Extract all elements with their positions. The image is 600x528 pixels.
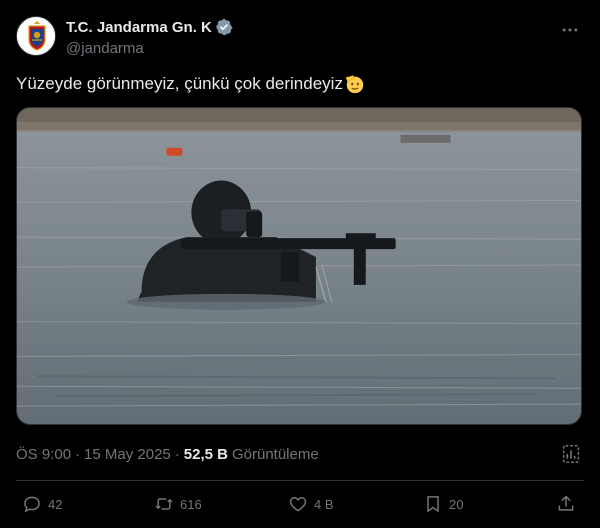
- avatar[interactable]: [16, 16, 56, 56]
- heart-icon: [289, 496, 307, 512]
- share-button[interactable]: [556, 492, 576, 516]
- analytics-icon[interactable]: [560, 443, 582, 465]
- actions-divider: [16, 480, 584, 481]
- tweet-text-content: Yüzeyde görünmeyiz, çünkü çok derindeyiz: [16, 74, 343, 93]
- display-name[interactable]: T.C. Jandarma Gn. K: [66, 19, 212, 36]
- more-options-icon[interactable]: [560, 20, 580, 40]
- tweet-time[interactable]: ÖS 9:00: [16, 446, 71, 463]
- bookmark-count: 20: [449, 496, 464, 512]
- repost-count: 616: [180, 496, 202, 512]
- like-count: 4 B: [314, 496, 334, 512]
- repost-button[interactable]: 616: [154, 492, 202, 516]
- like-button[interactable]: 4 B: [288, 492, 334, 516]
- bookmark-icon: [427, 496, 439, 513]
- tweet-header: T.C. Jandarma Gn. K @jandarma: [16, 14, 584, 58]
- views-count: 52,5 B: [183, 446, 228, 463]
- tweet-text: Yüzeyde görünmeyiz, çünkü çok derindeyiz: [16, 73, 366, 95]
- share-icon: [558, 495, 574, 511]
- meta-separator: ·: [75, 446, 81, 463]
- bookmark-button[interactable]: 20: [423, 492, 463, 516]
- reply-icon: [24, 496, 40, 513]
- gendarmerie-emblem-icon: [17, 17, 55, 55]
- tweet-media[interactable]: [16, 107, 582, 425]
- handle[interactable]: @jandarma: [66, 40, 233, 57]
- tweet-meta: ÖS 9:00 · 15 May 2025 · 52,5 B Görüntüle…: [16, 446, 319, 463]
- saluting-face-emoji: [345, 75, 364, 94]
- reply-count: 42: [48, 496, 63, 512]
- views-label: Görüntüleme: [231, 446, 319, 463]
- tweet-date[interactable]: 15 May 2025: [84, 446, 171, 463]
- meta-separator: ·: [174, 446, 180, 463]
- tweet-actions: 42 616 4 B 20: [16, 492, 584, 518]
- reply-button[interactable]: 42: [22, 492, 62, 516]
- verified-badge-icon[interactable]: [215, 18, 233, 36]
- repost-icon: [155, 498, 173, 510]
- photo-soldier-in-water: [17, 108, 581, 424]
